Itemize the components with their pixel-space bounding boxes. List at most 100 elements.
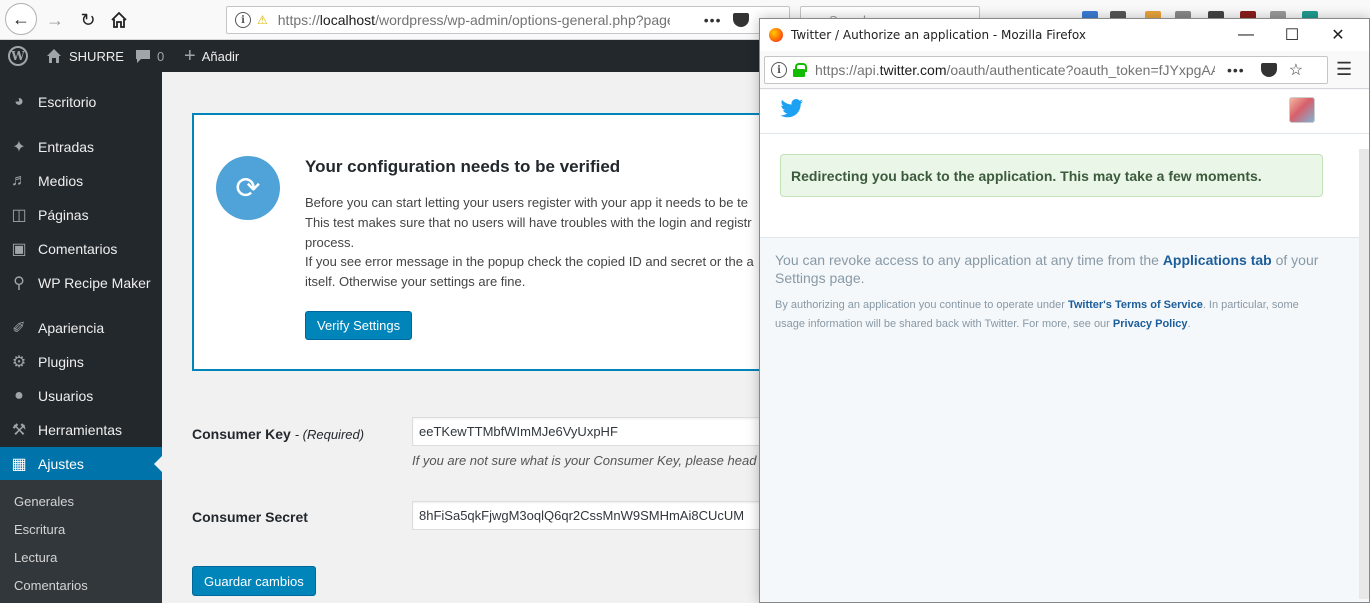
sidebar-item-label: Apariencia — [38, 320, 105, 336]
comments-link[interactable]: 0 — [135, 40, 164, 72]
site-name-link[interactable]: SHURRE — [46, 40, 124, 72]
popup-address-bar[interactable]: i https://api.twitter.com/oauth/authenti… — [764, 56, 1328, 84]
sidebar-item-herramientas[interactable]: ⚒ Herramientas — [0, 413, 162, 447]
popup-toolbar: i https://api.twitter.com/oauth/authenti… — [760, 51, 1369, 89]
forward-button[interactable]: → — [40, 5, 70, 35]
home-button[interactable] — [104, 5, 134, 35]
settings-submenu: Generales Escritura Lectura Comentarios — [0, 480, 162, 603]
sidebar-item-label: Ajustes — [38, 456, 84, 472]
comments-count: 0 — [157, 48, 165, 64]
address-bar[interactable]: i ⚠ https://localhost/wordpress/wp-admin… — [226, 6, 790, 34]
consumer-secret-input[interactable]: 8hFiSa5qkFjwgM3oqlQ6qr2CssMnW9SMHmAi8CUc… — [412, 501, 792, 530]
sidebar-item-ajustes[interactable]: ▦ Ajustes — [0, 447, 162, 481]
applications-tab-link[interactable]: Applications tab — [1163, 252, 1272, 268]
sidebar-item-entradas[interactable]: ✦ Entradas — [0, 130, 162, 164]
insecure-lock-icon: ⚠ — [257, 13, 268, 27]
verify-notice: ⟳ Your configuration needs to be verifie… — [192, 113, 792, 371]
scrollbar[interactable] — [1359, 149, 1369, 599]
submenu-item-lectura[interactable]: Lectura — [14, 550, 57, 565]
back-button[interactable]: ← — [5, 3, 37, 35]
sidebar-item-escritorio[interactable]: ◕ Escritorio — [0, 85, 162, 119]
comment-icon: ▣ — [11, 241, 27, 258]
sidebar-item-label: Entradas — [38, 139, 95, 155]
fork-knife-icon: ⚲ — [13, 275, 25, 292]
notice-text-line: itself. Otherwise your settings are fine… — [305, 274, 526, 289]
notice-text-line: Before you can start letting your users … — [305, 195, 748, 210]
sidebar-item-plugins[interactable]: ⚙ Plugins — [0, 345, 162, 379]
secure-lock-icon — [793, 63, 807, 77]
pages-icon: ◫ — [11, 207, 27, 224]
required-marker: - (Required) — [294, 427, 365, 442]
pin-icon: ✦ — [12, 139, 26, 156]
sidebar-item-label: Herramientas — [38, 422, 123, 438]
home-icon — [47, 49, 61, 63]
sidebar-item-medios[interactable]: ♬ Medios — [0, 164, 162, 198]
submenu-item-escritura[interactable]: Escritura — [14, 522, 65, 537]
user-icon: ● — [14, 387, 24, 404]
sidebar-item-label: Comentarios — [38, 241, 118, 257]
home-icon — [111, 11, 127, 28]
sidebar-item-label: Páginas — [38, 207, 89, 223]
notice-title: Your configuration needs to be verified — [305, 157, 621, 176]
new-content-link[interactable]: + Añadir — [184, 40, 239, 72]
verify-settings-button[interactable]: Verify Settings — [305, 311, 413, 340]
sidebar-item-usuarios[interactable]: ● Usuarios — [0, 379, 162, 413]
submenu-item-generales[interactable]: Generales — [14, 494, 74, 509]
redirect-message: Redirecting you back to the application.… — [780, 154, 1323, 197]
save-changes-button[interactable]: Guardar cambios — [192, 566, 316, 596]
url-text: https://localhost/wordpress/wp-admin/opt… — [277, 12, 670, 28]
consumer-key-input[interactable]: eeTKewTTMbfWImMJe6VyUxpHF — [412, 417, 792, 446]
privacy-policy-link[interactable]: Privacy Policy — [1113, 318, 1188, 330]
info-icon[interactable]: i — [771, 62, 787, 78]
page-actions-icon[interactable]: ••• — [1227, 62, 1245, 78]
maximize-button[interactable]: ☐ — [1269, 19, 1315, 51]
arrow-right-icon: → — [46, 9, 64, 30]
popup-title: Twitter / Authorize an application - Moz… — [791, 28, 1086, 42]
popup-url-text: https://api.twitter.com/oauth/authentica… — [815, 62, 1215, 78]
avatar[interactable] — [1289, 97, 1315, 123]
admin-sidebar: ◕ Escritorio ✦ Entradas ♬ Medios ◫ Págin… — [0, 72, 162, 603]
reload-button[interactable]: ↻ — [73, 5, 103, 35]
sidebar-item-label: WP Recipe Maker — [38, 275, 151, 291]
info-icon[interactable]: i — [235, 12, 251, 28]
plus-icon: + — [184, 44, 196, 67]
submenu-item-comentarios[interactable]: Comentarios — [14, 578, 88, 593]
fine-print: By authorizing an application you contin… — [775, 299, 1299, 330]
star-icon[interactable]: ☆ — [1289, 60, 1303, 80]
minimize-button[interactable]: — — [1223, 19, 1269, 51]
firefox-logo-icon — [769, 28, 783, 42]
new-label: Añadir — [201, 48, 240, 64]
pocket-icon[interactable] — [1260, 63, 1277, 77]
terms-of-service-link[interactable]: Twitter's Terms of Service — [1068, 299, 1203, 311]
arrow-left-icon: ← — [12, 8, 30, 29]
twitter-bird-icon — [780, 99, 803, 118]
settings-icon: ▦ — [11, 456, 27, 473]
comment-icon — [136, 50, 150, 63]
plugin-icon: ⚙ — [11, 354, 27, 371]
sidebar-item-wp-recipe-maker[interactable]: ⚲ WP Recipe Maker — [0, 266, 162, 300]
twitter-header — [760, 90, 1369, 134]
twitter-auth-popup: Twitter / Authorize an application - Moz… — [759, 18, 1370, 603]
consumer-secret-label: Consumer Secret — [192, 509, 308, 525]
sidebar-item-paginas[interactable]: ◫ Páginas — [0, 198, 162, 232]
sidebar-item-label: Escritorio — [38, 94, 97, 110]
twitter-main: Redirecting you back to the application.… — [760, 134, 1369, 238]
site-name: SHURRE — [69, 48, 124, 64]
wrench-icon: ⚒ — [11, 422, 27, 439]
page-actions-icon[interactable]: ••• — [704, 12, 722, 28]
consumer-key-help: If you are not sure what is your Consume… — [412, 453, 774, 468]
notice-text-line: process. — [305, 235, 355, 250]
notice-text-line: This test makes sure that no users will … — [305, 215, 752, 230]
sidebar-item-apariencia[interactable]: ✐ Apariencia — [0, 311, 162, 345]
pocket-icon[interactable] — [733, 13, 750, 27]
wordpress-logo-icon[interactable]: W — [8, 46, 28, 66]
popup-titlebar: Twitter / Authorize an application - Moz… — [760, 19, 1369, 51]
sidebar-item-label: Usuarios — [38, 388, 94, 404]
sidebar-item-label: Medios — [38, 173, 84, 189]
sync-icon: ⟳ — [216, 156, 280, 220]
close-button[interactable]: ✕ — [1315, 19, 1361, 51]
sidebar-item-comentarios[interactable]: ▣ Comentarios — [0, 232, 162, 266]
media-icon: ♬ — [11, 172, 27, 189]
dashboard-icon: ◕ — [14, 93, 24, 110]
hamburger-menu-icon[interactable]: ☰ — [1336, 59, 1352, 80]
